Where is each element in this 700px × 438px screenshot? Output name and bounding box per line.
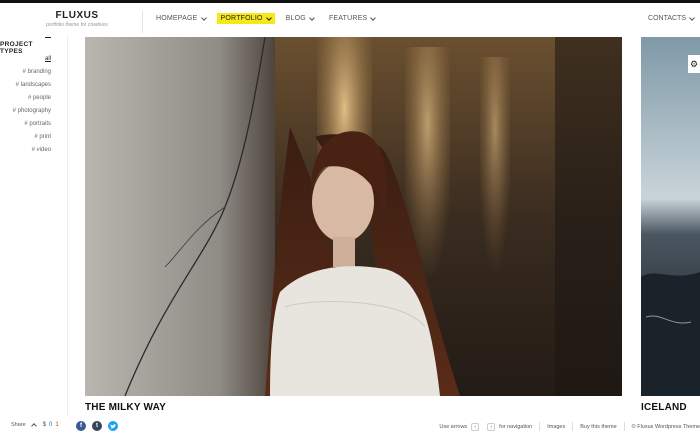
share-count-b: 1 [55, 422, 59, 428]
chevron-up-icon [30, 423, 37, 429]
share-count-a: 0 [49, 422, 53, 428]
nav-item-label: PORTFOLIO [220, 15, 263, 22]
chevron-down-icon [309, 14, 315, 21]
share-widget[interactable]: Share $ 0 1 [11, 422, 59, 429]
footer-nav-help: Use arrows ‹ › for navigation Images Buy… [439, 422, 700, 431]
filter-item-all[interactable]: all [13, 53, 51, 66]
gallery-photo-current[interactable] [85, 37, 622, 396]
logo-tagline: portfolio theme for creatives [46, 22, 108, 28]
nav-item-label: BLOG [285, 15, 306, 22]
portrait-photo [85, 37, 622, 396]
footer-separator [572, 422, 574, 431]
header-divider [142, 11, 143, 33]
chevron-down-icon [265, 14, 272, 21]
filter-item-landscapes[interactable]: # landscapes [13, 79, 51, 92]
filter-item-photography[interactable]: # photography [13, 105, 51, 118]
filter-item-branding[interactable]: # branding [13, 66, 51, 79]
right-arrow-key-icon[interactable]: › [487, 422, 496, 431]
filter-item-portraits[interactable]: # portraits [13, 118, 51, 131]
nav-item-features[interactable]: FEATURES [325, 13, 379, 24]
filter-item-print[interactable]: # print [13, 131, 51, 144]
gallery-photo-next[interactable] [641, 37, 700, 396]
chevron-down-icon [200, 14, 207, 21]
use-arrows-label: Use arrows [439, 423, 468, 430]
landscape-photo [641, 37, 700, 396]
chevron-down-icon [689, 14, 695, 21]
filter-item-people[interactable]: # people [13, 92, 51, 105]
site-footer: Share $ 0 1 f t Use arrows ‹ › for navig… [0, 418, 700, 438]
gear-icon: ⚙ [689, 58, 699, 69]
main-nav: HOMEPAGE PORTFOLIO BLOG FEATURES [152, 13, 386, 24]
nav-item-portfolio[interactable]: PORTFOLIO [216, 13, 275, 24]
images-link[interactable]: Images [547, 424, 565, 430]
copyright-text: © Fluxus Wordpress Theme [631, 423, 700, 430]
nav-item-homepage[interactable]: HOMEPAGE [152, 13, 210, 24]
site-logo[interactable]: FLUXUS portfolio theme for creatives [34, 10, 120, 28]
chevron-down-icon [370, 14, 377, 21]
logo-title: FLUXUS [55, 10, 99, 21]
buy-theme-link[interactable]: Buy this theme [580, 424, 616, 430]
settings-button[interactable]: ⚙ [688, 55, 700, 73]
footer-separator [623, 422, 625, 431]
share-count-currency: $ [42, 422, 47, 428]
left-arrow-key-icon[interactable]: ‹ [471, 422, 480, 431]
site-header: FLUXUS portfolio theme for creatives HOM… [0, 3, 700, 35]
next-project-title[interactable]: ICELAND [641, 402, 687, 413]
project-type-filter-list: all # branding # landscapes # people # p… [13, 53, 51, 157]
nav-item-label: FEATURES [328, 15, 368, 22]
project-types-sidebar: PROJECT TYPES all # branding # landscape… [0, 36, 68, 416]
filter-item-video[interactable]: # video [13, 144, 51, 157]
nav-item-blog[interactable]: BLOG [282, 13, 318, 24]
share-counts: $ 0 1 [43, 422, 59, 428]
nav-item-contacts[interactable]: CONTACTS [648, 14, 695, 22]
nav-item-label: HOMEPAGE [156, 15, 198, 22]
social-links: f t [76, 421, 118, 431]
footer-separator [539, 422, 541, 431]
twitter-icon[interactable] [108, 421, 118, 431]
tumblr-icon[interactable]: t [92, 421, 102, 431]
contacts-label: CONTACTS [648, 15, 686, 22]
facebook-icon[interactable]: f [76, 421, 86, 431]
share-label: Share [11, 422, 26, 428]
for-navigation-label: for navigation [499, 423, 533, 430]
current-project-title[interactable]: THE MILKY WAY [85, 402, 166, 413]
